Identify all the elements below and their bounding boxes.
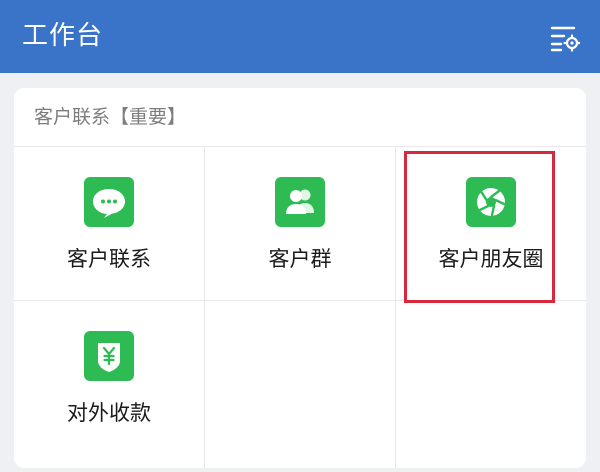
aperture-icon bbox=[466, 177, 516, 227]
section-title: 客户联系【重要】 bbox=[34, 106, 187, 128]
app-external-payment[interactable]: 对外收款 bbox=[14, 301, 204, 453]
yuan-shield-icon bbox=[84, 331, 134, 381]
app-label: 客户群 bbox=[268, 247, 332, 271]
app-grid: 客户联系 客户群 客户朋友圈 对外收款 bbox=[14, 146, 586, 468]
chat-bubble-icon bbox=[84, 177, 134, 227]
customer-contact-card: 客户联系【重要】 客户联系 客户群 客户朋友圈 对外收款 bbox=[14, 88, 586, 468]
app-label: 客户朋友圈 bbox=[438, 247, 544, 271]
app-label: 客户联系 bbox=[67, 247, 151, 271]
app-customer-group[interactable]: 客户群 bbox=[205, 147, 395, 299]
app-customer-contact[interactable]: 客户联系 bbox=[14, 147, 204, 299]
page-title: 工作台 bbox=[22, 21, 104, 51]
app-label: 对外收款 bbox=[67, 401, 151, 425]
top-bar: 工作台 bbox=[0, 0, 600, 73]
group-icon bbox=[275, 177, 325, 227]
app-customer-moments[interactable]: 客户朋友圈 bbox=[396, 147, 586, 299]
list-settings-icon[interactable] bbox=[550, 24, 581, 52]
